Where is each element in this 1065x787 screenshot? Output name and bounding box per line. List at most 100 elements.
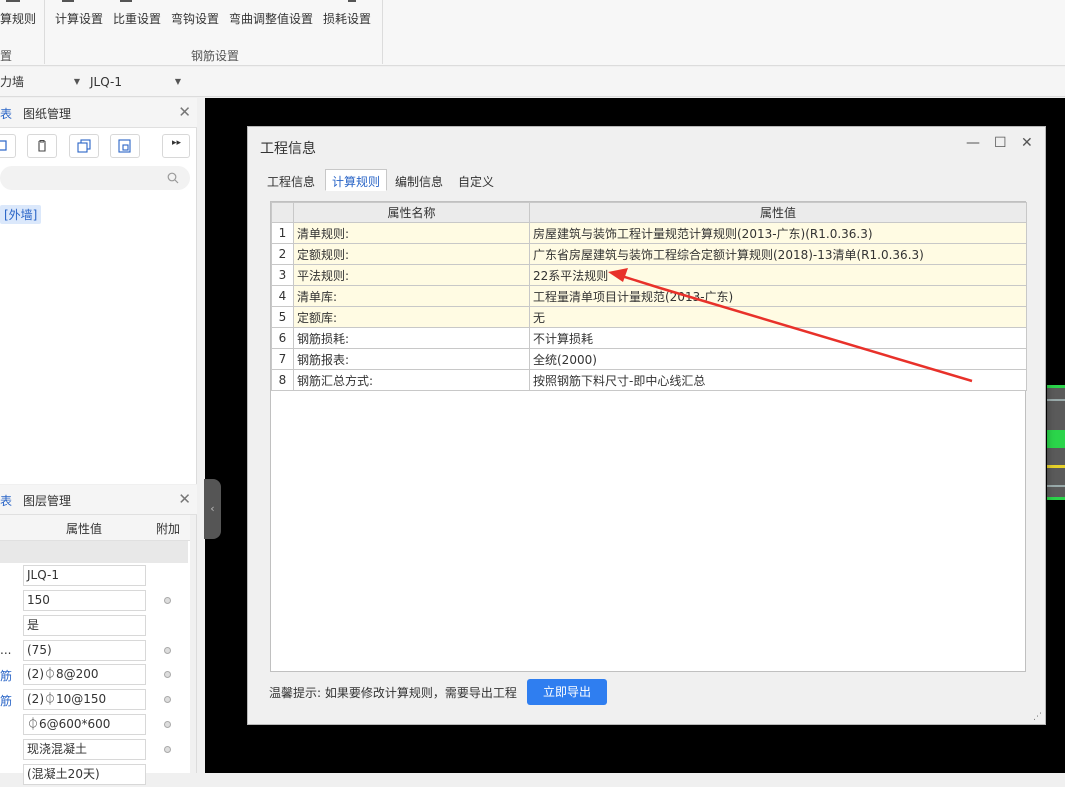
copy-button[interactable] [0, 134, 16, 158]
row-number: 3 [271, 264, 294, 286]
property-value[interactable]: 150 [23, 590, 146, 611]
table-row[interactable]: 4 清单库: 工程量清单项目计量规范(2013-广东) [271, 285, 1027, 307]
calc-settings-icon [62, 0, 74, 4]
property-name-cell: 钢筋报表: [293, 348, 530, 370]
tab-property-list[interactable]: 表 [0, 492, 12, 509]
minimize-icon[interactable]: — [966, 135, 980, 151]
duplicate-button[interactable] [69, 134, 99, 158]
more-button[interactable]: ▸▸ [162, 134, 190, 158]
density-settings-icon [120, 0, 132, 4]
row-number: 6 [271, 327, 294, 349]
panel-tabs: 表 图层管理 ✕ [0, 485, 197, 515]
row-number: 8 [271, 369, 294, 391]
maximize-icon[interactable]: ☐ [994, 135, 1007, 151]
tab-layer-management[interactable]: 图层管理 [23, 492, 71, 509]
extra-checkbox[interactable] [164, 647, 171, 654]
project-info-dialog: 工程信息 — ☐ ✕ 工程信息 计算规则 编制信息 自定义 属性名称 属性值 1… [247, 126, 1046, 725]
duplicate-icon [77, 139, 91, 153]
property-value-cell[interactable]: 广东省房屋建筑与装饰工程综合定额计算规则(2018)-13清单(R1.0.36.… [529, 243, 1027, 265]
row-number: 5 [271, 306, 294, 328]
table-row[interactable]: 8 钢筋汇总方式: 按照钢筋下料尺寸-即中心线汇总 [271, 369, 1027, 391]
extra-checkbox[interactable] [164, 597, 171, 604]
property-value-cell[interactable]: 按照钢筋下料尺寸-即中心线汇总 [529, 369, 1027, 391]
search-input[interactable] [0, 166, 190, 190]
layer-copy-button[interactable] [110, 134, 140, 158]
element-name-value: JLQ-1 [90, 75, 122, 89]
table-row[interactable]: 1 清单规则: 房屋建筑与装饰工程计量规范计算规则(2013-广东)(R1.0.36… [271, 222, 1027, 244]
drawing-management-panel: 表 图纸管理 ✕ ▸▸ [外墙] [0, 98, 197, 484]
ribbon-hook-settings-button[interactable]: 弯钩设置 [171, 10, 219, 27]
property-value[interactable]: (混凝土20天) [23, 764, 146, 785]
ribbon-calc-settings-button[interactable]: 计算设置 [55, 10, 103, 27]
close-icon[interactable]: ✕ [1021, 135, 1033, 151]
property-value[interactable]: (2)⏀8@200 [23, 664, 146, 685]
property-label: 筋 [0, 694, 13, 708]
tab-drawing-management[interactable]: 图纸管理 [23, 105, 71, 122]
layer-copy-icon [118, 139, 131, 153]
property-row: 是 [0, 613, 190, 638]
delete-button[interactable] [27, 134, 57, 158]
property-value[interactable]: ⏀6@600*600 [23, 714, 146, 735]
property-row: 筋 (2)⏀8@200 [0, 662, 190, 687]
ribbon-loss-settings-button[interactable]: 损耗设置 [323, 10, 371, 27]
ribbon-calc-rule-button[interactable]: 算规则 [0, 10, 36, 27]
row-number: 4 [271, 285, 294, 307]
tree-item-exterior-wall[interactable]: [外墙] [0, 205, 42, 224]
element-name-select[interactable]: JLQ-1 ▼ [90, 73, 185, 93]
property-value[interactable]: (2)⏀10@150 [23, 689, 146, 710]
ribbon: 算规则 计算设置 比重设置 弯钩设置 弯曲调整值设置 损耗设置 置 钢筋设置 [0, 0, 1065, 66]
extra-checkbox[interactable] [164, 746, 171, 753]
rules-table-panel: 属性名称 属性值 1 清单规则: 房屋建筑与装饰工程计量规范计算规则(2013-广东… [270, 201, 1027, 672]
extra-checkbox[interactable] [164, 696, 171, 703]
tab-custom[interactable]: 自定义 [451, 169, 501, 191]
copy-icon [0, 140, 7, 151]
table-row[interactable]: 7 钢筋报表: 全统(2000) [271, 348, 1027, 370]
property-value[interactable]: 现浇混凝土 [23, 739, 146, 760]
loss-settings-icon [348, 0, 356, 4]
property-row: ... (75) [0, 638, 190, 663]
property-name-cell: 平法规则: [293, 264, 530, 286]
ribbon-density-settings-button[interactable]: 比重设置 [113, 10, 161, 27]
tab-project-info[interactable]: 工程信息 [260, 169, 322, 191]
scrollbar[interactable] [190, 515, 196, 773]
resize-grip-icon[interactable]: ⋰ [1033, 712, 1042, 722]
header-extra: 附加 [156, 522, 181, 536]
property-value[interactable]: 是 [23, 615, 146, 636]
property-value[interactable]: JLQ-1 [23, 565, 146, 586]
table-row[interactable]: 2 定额规则: 广东省房屋建筑与装饰工程综合定额计算规则(2018)-13清单(R1… [271, 243, 1027, 265]
export-now-button[interactable]: 立即导出 [527, 679, 607, 705]
corner-cell [271, 202, 294, 223]
ribbon-group-rebar-settings: 钢筋设置 [191, 49, 240, 63]
dropdown-arrow-icon: ▼ [73, 77, 80, 86]
property-value-cell[interactable]: 22系平法规则 [529, 264, 1027, 286]
property-row: 现浇混凝土 [0, 737, 190, 762]
property-row: (混凝土20天) [0, 762, 190, 787]
property-label: ... [0, 643, 12, 657]
warm-tip-text: 温馨提示: 如果要修改计算规则，需要导出工程 [269, 686, 517, 700]
dialog-title: 工程信息 [260, 141, 316, 157]
selector-bar: 力墙 ▼ JLQ-1 ▼ [0, 67, 1065, 97]
ribbon-bend-adjust-button[interactable]: 弯曲调整值设置 [229, 10, 313, 27]
property-value-cell[interactable]: 全统(2000) [529, 348, 1027, 370]
property-value-cell[interactable]: 房屋建筑与装饰工程计量规范计算规则(2013-广东)(R1.0.36.3) [529, 222, 1027, 244]
collapse-icon[interactable]: ‹ [204, 479, 221, 539]
property-value-cell[interactable]: 无 [529, 306, 1027, 328]
table-row[interactable]: 5 定额库: 无 [271, 306, 1027, 328]
property-name-cell: 定额库: [293, 306, 530, 328]
extra-checkbox[interactable] [164, 721, 171, 728]
property-value-cell[interactable]: 工程量清单项目计量规范(2013-广东) [529, 285, 1027, 307]
property-header: 属性值 附加 [0, 515, 190, 541]
close-icon[interactable]: ✕ [178, 103, 191, 121]
property-value-cell[interactable]: 不计算损耗 [529, 327, 1027, 349]
element-type-select[interactable]: 力墙 ▼ [0, 73, 84, 93]
tab-compile-info[interactable]: 编制信息 [388, 169, 450, 191]
table-row[interactable]: 3 平法规则: 22系平法规则 [271, 264, 1027, 286]
search-icon [167, 172, 179, 184]
extra-checkbox[interactable] [164, 671, 171, 678]
close-icon[interactable]: ✕ [178, 490, 191, 508]
tab-calc-rules[interactable]: 计算规则 [325, 169, 388, 191]
calc-rule-icon [6, 0, 20, 4]
table-row[interactable]: 6 钢筋损耗: 不计算损耗 [271, 327, 1027, 349]
property-value[interactable]: (75) [23, 640, 146, 661]
tab-list[interactable]: 表 [0, 105, 12, 122]
